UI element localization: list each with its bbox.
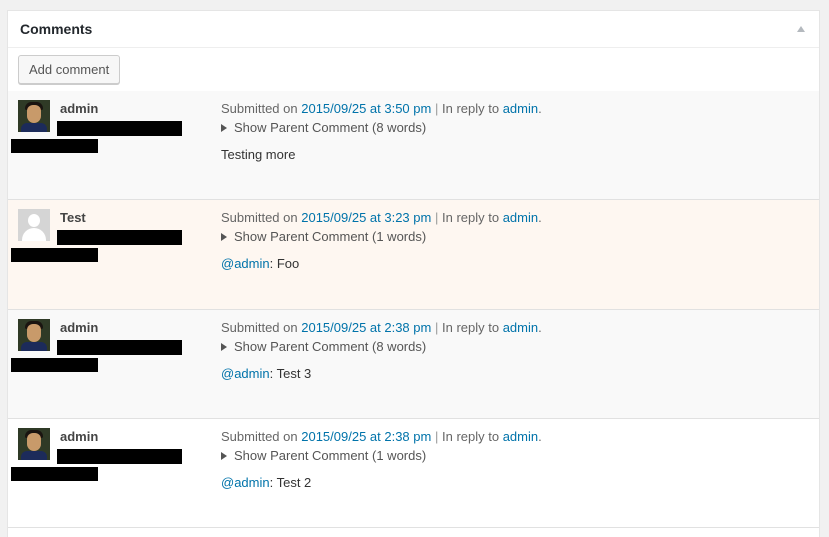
expand-triangle-icon	[221, 452, 227, 460]
comment-row: Test Submitted on 2015/09/25 at 3:23 pm …	[8, 200, 819, 310]
reply-to: In reply to admin.	[441, 101, 542, 116]
redacted-block	[11, 358, 98, 372]
reply-to: In reply to admin.	[441, 429, 542, 444]
comment-author: admin	[60, 320, 99, 335]
comment-date-link[interactable]: 2015/09/25 at 3:23 pm	[301, 210, 431, 225]
comment-row: admin Submitted on 2015/09/25 at 2:38 pm…	[8, 419, 819, 528]
redacted-block	[11, 139, 98, 153]
comment-body: : Foo	[269, 256, 300, 271]
show-parent-label: Show Parent Comment (8 words)	[234, 120, 427, 135]
reply-to-link[interactable]: admin	[503, 101, 538, 116]
redacted-block	[11, 248, 98, 262]
show-parent-label: Show Parent Comment (8 words)	[234, 339, 427, 354]
mention-link[interactable]: @admin	[221, 366, 270, 381]
redacted-block	[57, 230, 182, 245]
comment-body: : Test 2	[269, 475, 312, 490]
reply-to-link[interactable]: admin	[503, 210, 538, 225]
comment-text: @admin: Test 3	[221, 366, 311, 381]
show-parent-comment-toggle[interactable]: Show Parent Comment (8 words)	[221, 339, 426, 354]
show-parent-comment-toggle[interactable]: Show Parent Comment (1 words)	[221, 448, 426, 463]
show-parent-comment-toggle[interactable]: Show Parent Comment (1 words)	[221, 229, 426, 244]
comment-text: @admin: Test 2	[221, 475, 311, 490]
in-reply-to-label: In reply to	[441, 210, 500, 225]
submitted-label: Submitted on	[221, 320, 298, 335]
mention-link[interactable]: @admin	[221, 475, 270, 490]
in-reply-to-label: In reply to	[441, 429, 500, 444]
panel-title: Comments	[20, 21, 93, 37]
show-parent-label: Show Parent Comment (1 words)	[234, 448, 427, 463]
expand-triangle-icon	[221, 124, 227, 132]
submitted-line: Submitted on 2015/09/25 at 2:38 pm | In …	[221, 320, 542, 335]
expand-triangle-icon	[221, 233, 227, 241]
avatar	[18, 428, 50, 460]
comment-body: : Test 3	[269, 366, 312, 381]
collapse-toggle-icon[interactable]	[797, 26, 805, 32]
in-reply-to-label: In reply to	[441, 101, 500, 116]
avatar	[18, 209, 50, 241]
submitted-line: Submitted on 2015/09/25 at 3:50 pm | In …	[221, 101, 542, 116]
reply-to-link[interactable]: admin	[503, 429, 538, 444]
comment-date-link[interactable]: 2015/09/25 at 3:50 pm	[301, 101, 431, 116]
comment-list: admin Submitted on 2015/09/25 at 3:50 pm…	[8, 91, 819, 528]
avatar	[18, 100, 50, 132]
avatar	[18, 319, 50, 351]
panel-header: Comments	[8, 11, 819, 48]
comment-date-link[interactable]: 2015/09/25 at 2:38 pm	[301, 320, 431, 335]
separator: |	[434, 429, 439, 444]
separator: |	[434, 210, 439, 225]
separator: |	[434, 101, 439, 116]
show-parent-comment-toggle[interactable]: Show Parent Comment (8 words)	[221, 120, 426, 135]
add-comment-button[interactable]: Add comment	[18, 55, 121, 84]
comment-author: Test	[60, 210, 86, 225]
comment-body: Testing more	[221, 147, 296, 162]
submitted-label: Submitted on	[221, 429, 298, 444]
comment-date-link[interactable]: 2015/09/25 at 2:38 pm	[301, 429, 431, 444]
redacted-block	[57, 449, 182, 464]
separator: |	[434, 320, 439, 335]
mention-link[interactable]: @admin	[221, 256, 270, 271]
redacted-block	[57, 121, 182, 136]
show-parent-label: Show Parent Comment (1 words)	[234, 229, 427, 244]
comment-text: Testing more	[221, 147, 295, 162]
comment-row: admin Submitted on 2015/09/25 at 2:38 pm…	[8, 310, 819, 419]
reply-to-link[interactable]: admin	[503, 320, 538, 335]
submitted-line: Submitted on 2015/09/25 at 3:23 pm | In …	[221, 210, 542, 225]
submitted-label: Submitted on	[221, 101, 298, 116]
comment-author: admin	[60, 101, 99, 116]
comment-row: admin Submitted on 2015/09/25 at 3:50 pm…	[8, 91, 819, 200]
submitted-line: Submitted on 2015/09/25 at 2:38 pm | In …	[221, 429, 542, 444]
redacted-block	[57, 340, 182, 355]
expand-triangle-icon	[221, 343, 227, 351]
in-reply-to-label: In reply to	[441, 320, 500, 335]
comments-panel: Comments Add comment admin Submitted on …	[7, 10, 820, 537]
submitted-label: Submitted on	[221, 210, 298, 225]
comment-text: @admin: Foo	[221, 256, 299, 271]
reply-to: In reply to admin.	[441, 210, 542, 225]
reply-to: In reply to admin.	[441, 320, 542, 335]
comment-author: admin	[60, 429, 99, 444]
redacted-block	[11, 467, 98, 481]
